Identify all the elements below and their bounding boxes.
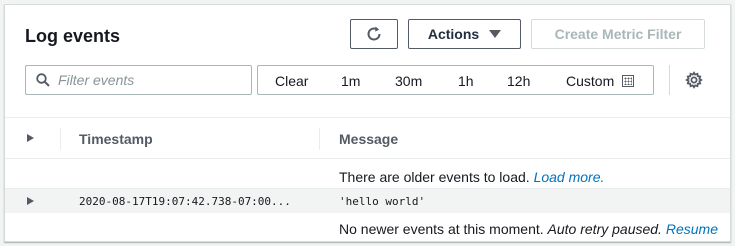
column-header-timestamp[interactable]: Timestamp [79, 131, 153, 147]
older-events-row: There are older events to load. Load mor… [5, 159, 730, 189]
panel-title: Log events [25, 26, 121, 46]
older-events-notice: There are older events to load. Load mor… [339, 169, 604, 185]
time-range-1m[interactable]: 1m [341, 73, 360, 89]
refresh-icon [367, 26, 381, 41]
refresh-button[interactable] [350, 19, 398, 49]
newer-events-text: No newer events at this moment. [339, 221, 544, 237]
time-range-30m[interactable]: 30m [395, 73, 422, 89]
actions-label: Actions [427, 26, 480, 42]
time-range-1h[interactable]: 1h [458, 73, 474, 89]
create-metric-filter-button[interactable]: Create Metric Filter [531, 19, 705, 49]
older-events-text: There are older events to load. [339, 169, 530, 185]
auto-retry-text: Auto retry paused. [547, 221, 662, 237]
actions-dropdown-button[interactable]: Actions [408, 19, 521, 49]
table-header-row: Timestamp Message [5, 117, 730, 159]
search-icon [36, 73, 50, 87]
filter-events-input[interactable]: Filter events [25, 65, 252, 95]
time-range-12h[interactable]: 12h [507, 73, 530, 89]
log-events-panel: Log events Actions Create Metric Filter … [4, 4, 731, 242]
load-more-link[interactable]: Load more. [534, 169, 605, 185]
column-divider [319, 128, 320, 150]
resume-link[interactable]: Resume [666, 221, 718, 237]
newer-events-notice: No newer events at this moment. Auto ret… [339, 221, 718, 237]
table-row[interactable]: 2020-08-17T19:07:42.738-07:00... 'hello … [5, 189, 730, 213]
column-divider [60, 128, 61, 150]
gear-icon[interactable] [685, 71, 703, 89]
calendar-icon [622, 75, 635, 87]
newer-events-row: No newer events at this moment. Auto ret… [5, 213, 730, 241]
time-range-selector: Clear 1m 30m 1h 12h Custom [257, 65, 654, 95]
caret-right-icon[interactable] [27, 197, 34, 205]
caret-down-icon [489, 30, 502, 38]
event-message: 'hello world' [339, 195, 426, 208]
time-range-clear[interactable]: Clear [275, 73, 308, 89]
expand-all-icon[interactable] [27, 134, 34, 142]
column-header-message[interactable]: Message [339, 131, 398, 147]
filter-events-placeholder: Filter events [58, 72, 135, 88]
event-timestamp: 2020-08-17T19:07:42.738-07:00... [79, 195, 291, 208]
toolbar-divider [669, 65, 670, 95]
create-metric-filter-label: Create Metric Filter [554, 26, 682, 42]
time-range-custom[interactable]: Custom [566, 73, 635, 89]
custom-label: Custom [566, 73, 615, 89]
